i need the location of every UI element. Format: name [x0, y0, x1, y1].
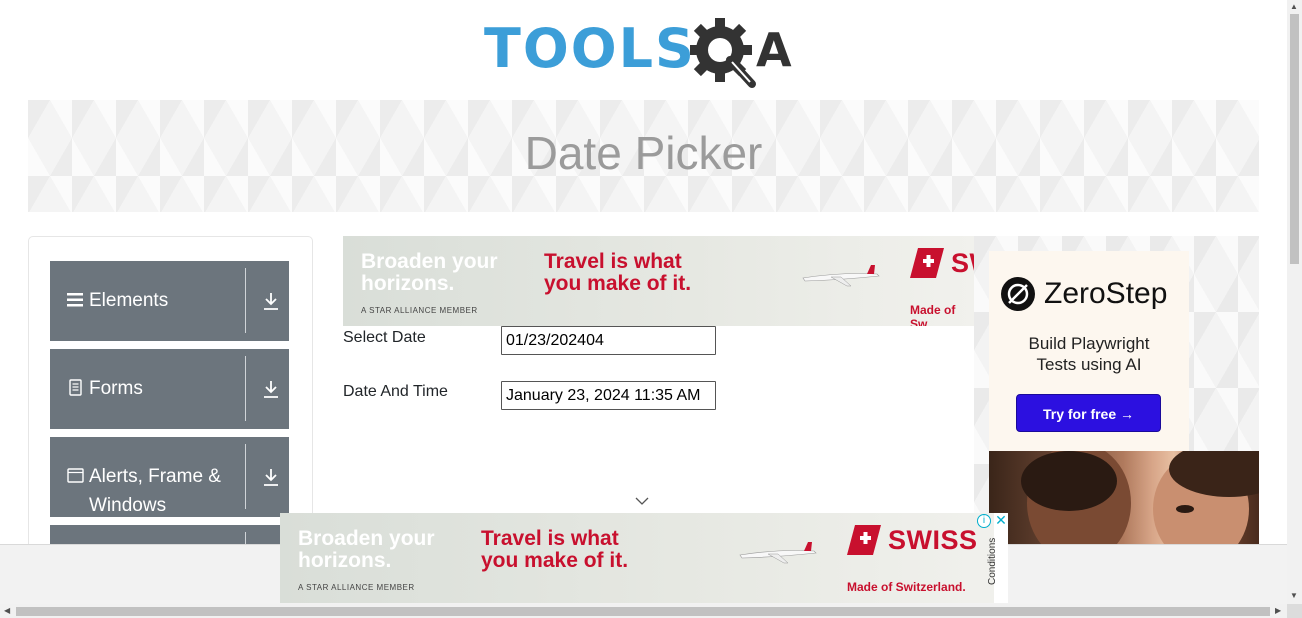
zerostep-ad[interactable]: ZeroStep Build Playwright Tests using AI…: [974, 236, 1259, 544]
zerostep-brand: ZeroStep: [1044, 277, 1168, 310]
sidebar-group-elements[interactable]: Elements: [50, 261, 289, 341]
page-banner: Date Picker: [28, 100, 1259, 212]
ad-member-text: A STAR ALLIANCE MEMBER: [361, 306, 478, 315]
ad-tagline-line2: you make of it.: [481, 549, 629, 572]
ad-brand-text: SWISS: [888, 525, 978, 555]
swiss-ad-bottom[interactable]: Broaden your horizons. A STAR ALLIANCE M…: [280, 513, 1008, 603]
scroll-left-arrow-icon[interactable]: ◀: [4, 607, 10, 615]
logo-a-text: A: [756, 23, 792, 77]
ad-tagline-line2: you make of it.: [544, 272, 692, 295]
ad-member-text: A STAR ALLIANCE MEMBER: [298, 583, 415, 592]
page-title: Date Picker: [524, 127, 763, 179]
ad-headline-line2: horizons.: [361, 272, 455, 295]
try-for-free-button[interactable]: Try for free →: [1016, 394, 1161, 432]
ad-headline-line1: Broaden your: [298, 527, 435, 550]
zerostep-logo-icon: [1001, 277, 1035, 311]
zerostep-subtitle-line1: Build Playwright: [1028, 334, 1150, 353]
sidebar-group-label: Elements: [89, 290, 169, 311]
zerostep-subtitle-line2: Tests using AI: [1036, 355, 1142, 374]
vertical-scrollbar[interactable]: ▲ ▼: [1287, 0, 1302, 604]
download-icon[interactable]: [262, 379, 280, 399]
divider: [245, 444, 246, 509]
logo-tools-text: TOOLS: [484, 17, 696, 80]
airplane-icon: [802, 265, 880, 287]
chevron-down-icon[interactable]: [635, 496, 649, 506]
select-date-label: Select Date: [343, 329, 426, 346]
header: TOOLS A: [0, 0, 1287, 100]
ad-brand-text: SW: [951, 248, 974, 278]
ad-made-text: Made of Sw: [910, 303, 956, 326]
date-time-input[interactable]: [501, 381, 716, 410]
horizontal-scrollbar[interactable]: ◀ ▶: [0, 604, 1287, 618]
airplane-icon: [739, 542, 817, 564]
sidebar-group-label: Forms: [89, 378, 143, 399]
ad-tagline-line1: Travel is what: [544, 250, 682, 273]
scroll-up-arrow-icon[interactable]: ▲: [1290, 3, 1298, 11]
document-icon: [69, 379, 82, 396]
toolsqa-logo[interactable]: TOOLS A: [484, 14, 809, 92]
swiss-flag-icon: [847, 525, 881, 555]
sidebar-group-label: Alerts, Frame & Windows: [89, 466, 221, 516]
window-icon: [67, 468, 84, 483]
download-icon[interactable]: [262, 467, 280, 487]
sidebar-group-forms[interactable]: Forms: [50, 349, 289, 429]
sidebar-group-alerts[interactable]: Alerts, Frame & Windows: [50, 437, 289, 517]
sidebar: Elements Forms Alerts, Frame & Windows: [28, 236, 313, 567]
horizontal-scroll-thumb[interactable]: [16, 607, 1270, 616]
logo-gear-q-icon: A: [690, 18, 792, 88]
ad-headline-line1: Broaden your: [361, 250, 498, 273]
ad-tagline-line1: Travel is what: [481, 527, 619, 550]
swiss-ad-top[interactable]: Broaden your horizons. A STAR ALLIANCE M…: [343, 236, 974, 326]
divider: [245, 356, 246, 421]
ad-headline-line2: horizons.: [298, 549, 392, 572]
hamburger-icon: [67, 293, 83, 307]
scroll-down-arrow-icon[interactable]: ▼: [1290, 592, 1298, 600]
swiss-flag-icon: [910, 248, 944, 278]
ad-conditions-link[interactable]: Conditions: [987, 538, 998, 585]
date-time-label: Date And Time: [343, 383, 448, 400]
vertical-scroll-thumb[interactable]: [1290, 14, 1299, 264]
photo-faces-image: [1021, 451, 1259, 544]
select-date-input[interactable]: [501, 326, 716, 355]
scroll-right-arrow-icon[interactable]: ▶: [1275, 607, 1281, 615]
zerostep-card: ZeroStep Build Playwright Tests using AI…: [989, 251, 1189, 451]
ad-made-text: Made of Switzerland.: [847, 580, 966, 594]
ad-close-icon[interactable]: ✕: [994, 513, 1008, 528]
scrollbar-corner: [1287, 604, 1302, 618]
divider: [245, 268, 246, 333]
ad-photo: [989, 451, 1259, 544]
ad-info-icon[interactable]: i: [977, 514, 991, 528]
download-icon[interactable]: [262, 291, 280, 311]
